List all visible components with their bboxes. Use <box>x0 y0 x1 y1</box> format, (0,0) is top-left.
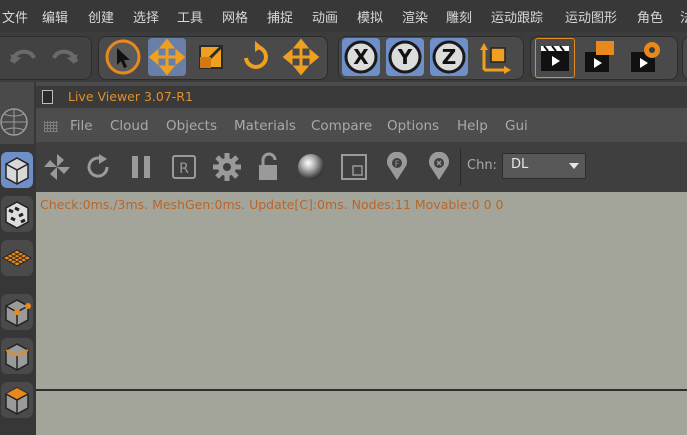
menu-help[interactable]: Help <box>457 118 488 134</box>
menu-file-cn[interactable]: 文件 <box>2 7 28 26</box>
menu-motiontrack-cn[interactable]: 运动跟踪 <box>491 7 543 26</box>
menu-cloud[interactable]: Cloud <box>110 118 149 134</box>
object-mode-panel <box>0 82 34 144</box>
pick-pin-icon[interactable] <box>424 152 454 182</box>
z-axis-lock-icon[interactable]: Z <box>430 38 468 76</box>
window-menu-icon[interactable] <box>42 90 53 104</box>
menu-compare[interactable]: Compare <box>311 118 372 134</box>
menu-create-cn[interactable]: 创建 <box>88 7 114 26</box>
edges-mode-icon[interactable] <box>1 338 33 374</box>
channel-select-value: DL <box>511 157 529 172</box>
unlock-icon[interactable] <box>254 152 284 182</box>
rotate-icon[interactable] <box>236 38 274 76</box>
main-toolbar: X Y Z <box>0 32 687 83</box>
canvas-divider-line <box>36 389 687 391</box>
toolbar-divider <box>460 148 461 186</box>
menu-gui[interactable]: Gui <box>505 118 528 134</box>
render-picture-icon[interactable] <box>580 38 618 76</box>
render-status-text: Check:0ms./3ms. MeshGen:0ms. Update[C]:0… <box>40 197 504 212</box>
menu-mesh-cn[interactable]: 网格 <box>222 7 248 26</box>
pause-icon[interactable] <box>126 152 156 182</box>
polygons-mode-icon[interactable] <box>1 382 33 418</box>
settings-gear-icon[interactable] <box>212 152 242 182</box>
points-mode-icon[interactable] <box>1 294 33 330</box>
y-axis-label: Y <box>397 45 413 69</box>
svg-text:F: F <box>395 160 400 169</box>
refresh-icon[interactable] <box>83 152 113 182</box>
region-render-icon[interactable]: R <box>169 152 199 182</box>
undo-icon[interactable] <box>4 38 42 76</box>
channel-select[interactable]: DL <box>502 153 586 179</box>
menu-tools-cn[interactable]: 工具 <box>177 7 203 26</box>
viewer-toolbar: R F Chn: DL <box>36 142 687 192</box>
pinwheel-icon[interactable] <box>42 152 72 182</box>
render-canvas[interactable]: Check:0ms./3ms. MeshGen:0ms. Update[C]:0… <box>36 192 687 435</box>
menu-edit-cn[interactable]: 编辑 <box>42 7 68 26</box>
left-tool-column <box>0 82 37 435</box>
render-region-box-icon[interactable] <box>339 152 369 182</box>
redo-icon[interactable] <box>46 38 84 76</box>
select-arrow-icon[interactable] <box>104 38 142 76</box>
render-view-icon[interactable] <box>535 38 575 78</box>
x-axis-label: X <box>353 45 369 69</box>
menu-snap-cn[interactable]: 捕捉 <box>267 7 293 26</box>
menu-animate-cn[interactable]: 动画 <box>312 7 338 26</box>
focus-pin-icon[interactable]: F <box>382 152 412 182</box>
x-axis-lock-icon[interactable]: X <box>342 38 380 76</box>
menu-mograph-cn[interactable]: 运动图形 <box>565 7 617 26</box>
scale-icon[interactable] <box>192 38 230 76</box>
workplane-mode-icon[interactable] <box>1 240 33 276</box>
window-menu-bar: File Cloud Objects Materials Compare Opt… <box>36 110 687 142</box>
menu-character-cn[interactable]: 角色 <box>637 7 663 26</box>
menu-objects[interactable]: Objects <box>166 118 217 134</box>
window-title: Live Viewer 3.07-R1 <box>68 89 193 104</box>
menu-simulate-cn[interactable]: 模拟 <box>357 7 383 26</box>
drag-grip-icon[interactable] <box>44 121 58 132</box>
toolbar-overflow[interactable] <box>682 36 687 80</box>
move-icon[interactable] <box>148 38 186 76</box>
render-settings-icon[interactable] <box>626 38 664 76</box>
menu-select-cn[interactable]: 选择 <box>133 7 159 26</box>
menu-file[interactable]: File <box>70 118 93 134</box>
menu-render-cn[interactable]: 渲染 <box>402 7 428 26</box>
menu-options[interactable]: Options <box>387 118 439 134</box>
y-axis-lock-icon[interactable]: Y <box>386 38 424 76</box>
window-titlebar: Live Viewer 3.07-R1 <box>36 86 687 108</box>
top-menu-bar: 文件 编辑 创建 选择 工具 网格 捕捉 动画 模拟 渲染 雕刻 运动跟踪 运动… <box>0 0 687 32</box>
model-mode-icon[interactable] <box>1 152 33 188</box>
menu-more-cn[interactable]: 法 <box>680 7 687 26</box>
menu-sculpt-cn[interactable]: 雕刻 <box>446 7 472 26</box>
chevron-down-icon <box>569 163 579 169</box>
material-sphere-icon[interactable] <box>296 152 326 182</box>
coordinate-system-icon[interactable] <box>476 38 514 76</box>
svg-text:R: R <box>179 161 189 177</box>
z-axis-label: Z <box>442 45 457 69</box>
menu-materials[interactable]: Materials <box>234 118 296 134</box>
chn-label: Chn: <box>467 158 497 173</box>
texture-mode-icon[interactable] <box>1 196 33 232</box>
move-icon[interactable] <box>282 38 320 76</box>
